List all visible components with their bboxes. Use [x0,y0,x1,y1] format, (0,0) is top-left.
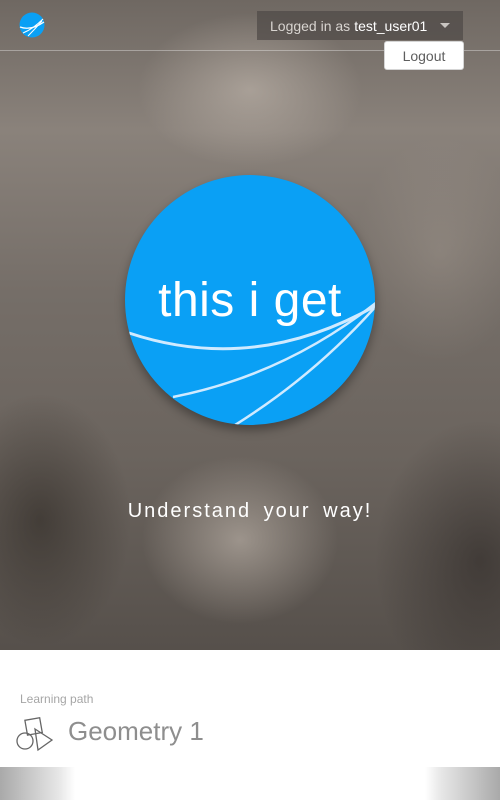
top-bar: Logged in as test_user01 Logout [0,0,500,70]
geometry-shapes-icon[interactable] [15,715,55,753]
brand-circle-logo: this i get [125,175,375,425]
brand-name: this i get [158,274,342,327]
learning-path-label: Learning path [20,692,94,706]
tagline: Understand your way! [127,500,373,522]
username: test_user01 [354,17,428,34]
user-menu-dropdown[interactable]: Logged in as test_user01 [257,11,463,40]
learning-path-title[interactable]: Geometry 1 [68,716,204,747]
logout-button[interactable]: Logout [384,41,464,70]
chevron-down-icon [440,23,450,28]
planet-logo-icon[interactable] [19,12,45,38]
logged-in-prefix: Logged in as [270,17,351,34]
content-card-edge [0,767,500,800]
